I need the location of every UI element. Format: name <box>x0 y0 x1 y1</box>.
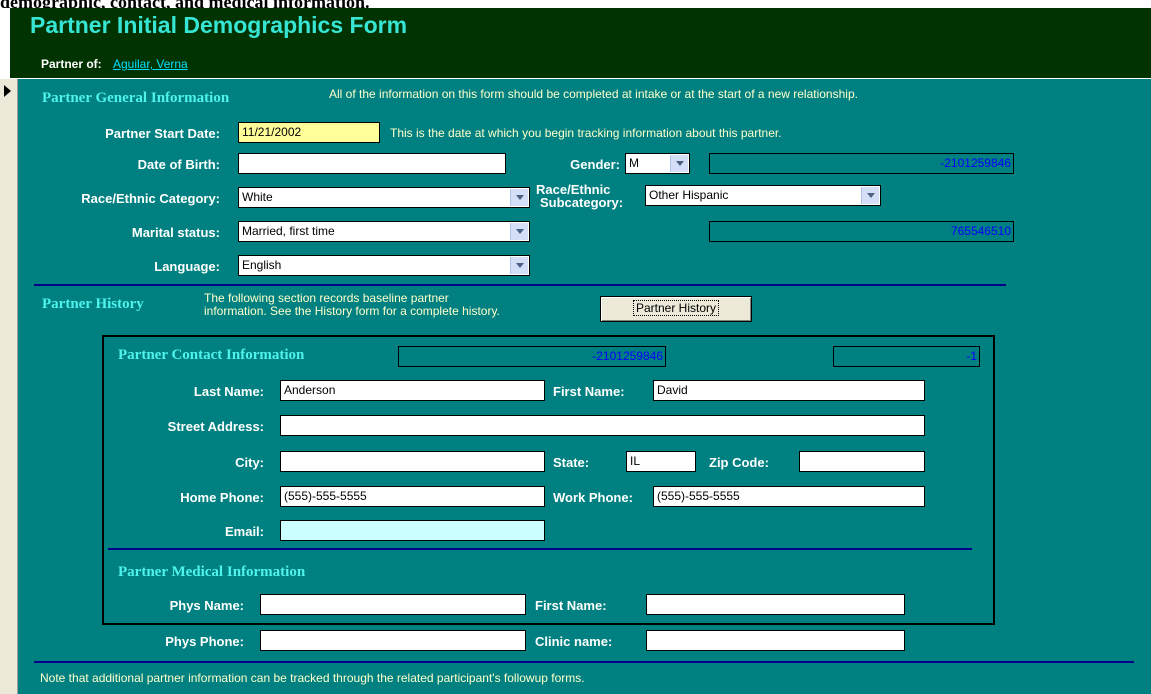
race-value: White <box>242 190 273 204</box>
zip-code-label: Zip Code: <box>709 455 769 470</box>
subform-divider <box>108 548 972 550</box>
work-phone-label: Work Phone: <box>553 490 633 505</box>
home-phone-label: Home Phone: <box>180 490 264 505</box>
street-address-field[interactable] <box>280 415 925 436</box>
history-note-line-2: information. See the History form for a … <box>204 304 500 318</box>
race-combo[interactable]: White <box>238 187 530 208</box>
first-name-label: First Name: <box>553 384 625 399</box>
general-info-heading: Partner General Information <box>42 90 230 106</box>
contact-heading: Partner Contact Information <box>118 347 305 363</box>
chevron-down-icon[interactable] <box>510 223 528 240</box>
last-name-field[interactable]: Anderson <box>280 380 545 401</box>
record-selector[interactable] <box>0 79 18 694</box>
start-date-field[interactable]: 11/21/2002 <box>238 122 380 143</box>
gender-combo[interactable]: M <box>625 153 690 174</box>
email-label: Email: <box>224 524 264 539</box>
city-label: City: <box>235 455 264 470</box>
street-address-label: Street Address: <box>167 419 264 434</box>
footer-divider <box>34 661 1134 663</box>
last-name-label: Last Name: <box>193 384 264 399</box>
phys-name-field[interactable] <box>260 594 526 615</box>
gender-label: Gender: <box>570 157 620 172</box>
subcategory-combo[interactable]: Other Hispanic <box>645 185 881 206</box>
state-field[interactable]: IL <box>626 451 696 472</box>
phys-phone-label: Phys Phone: <box>165 634 244 649</box>
partner-of-label: Partner of: <box>41 57 102 71</box>
partner-of-link[interactable]: Aguilar, Verna <box>113 57 188 71</box>
zip-code-field[interactable] <box>799 451 925 472</box>
contact-medical-subform <box>102 335 995 625</box>
phys-phone-field[interactable] <box>260 630 526 651</box>
footer-note: Note that additional partner information… <box>40 671 585 685</box>
chevron-down-icon[interactable] <box>861 187 879 204</box>
language-value: English <box>242 258 282 272</box>
home-phone-field[interactable]: (555)-555-5555 <box>280 486 545 507</box>
city-field[interactable] <box>280 451 545 472</box>
general-info-note: All of the information on this form shou… <box>329 87 858 101</box>
partner-history-button[interactable]: Partner History <box>600 296 752 322</box>
medical-heading: Partner Medical Information <box>118 564 306 580</box>
gender-record-id: -2101259846 <box>709 153 1014 174</box>
marital-combo[interactable]: Married, first time <box>238 221 530 242</box>
contact-record-id: -2101259846 <box>398 346 666 367</box>
chevron-down-icon[interactable] <box>510 189 528 206</box>
state-label: State: <box>553 455 590 470</box>
language-combo[interactable]: English <box>238 255 530 276</box>
start-date-label: Partner Start Date: <box>105 126 220 141</box>
subcategory-label-line-2: Subcategory: <box>540 195 624 210</box>
chevron-down-icon[interactable] <box>670 155 688 172</box>
section-divider <box>34 284 1006 286</box>
clinic-name-field[interactable] <box>646 630 905 651</box>
phys-name-label: Phys Name: <box>169 598 244 613</box>
first-name-field[interactable]: David <box>653 380 925 401</box>
work-phone-field[interactable]: (555)-555-5555 <box>653 486 925 507</box>
email-field[interactable] <box>280 520 545 541</box>
phys-first-name-label: First Name: <box>535 598 607 613</box>
start-date-note: This is the date at which you begin trac… <box>390 126 782 140</box>
subcategory-label: Race/Ethnic Subcategory: <box>536 183 623 209</box>
marital-record-id: 765546510 <box>709 221 1014 242</box>
dob-label: Date of Birth: <box>137 157 220 172</box>
dob-field[interactable] <box>238 153 506 174</box>
marital-label: Marital status: <box>131 225 220 240</box>
partner-history-button-label: Partner History <box>632 300 720 316</box>
phys-first-name-field[interactable] <box>646 594 905 615</box>
gender-value: M <box>629 156 639 170</box>
language-label: Language: <box>154 259 220 274</box>
contact-partner-id: -1 <box>833 346 980 367</box>
history-heading: Partner History <box>42 296 144 312</box>
chevron-down-icon[interactable] <box>510 257 528 274</box>
record-pointer-icon <box>4 85 11 97</box>
clinic-name-label: Clinic name: <box>535 634 613 649</box>
subcategory-value: Other Hispanic <box>649 188 729 202</box>
marital-value: Married, first time <box>242 224 335 238</box>
race-label: Race/Ethnic Category: <box>81 191 220 206</box>
form-title: Partner Initial Demographics Form <box>30 12 408 38</box>
